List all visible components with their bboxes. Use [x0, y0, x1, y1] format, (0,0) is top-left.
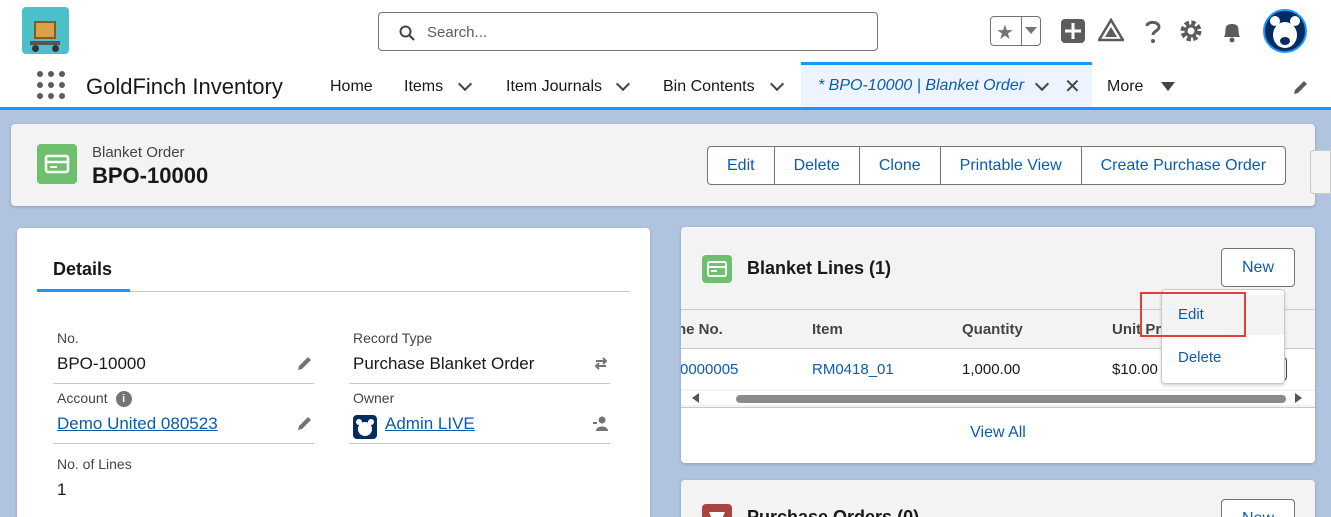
notifications-bell-icon[interactable] — [1219, 18, 1245, 44]
new-purchase-order-button[interactable]: New — [1221, 499, 1295, 517]
details-card: Details No. BPO-10000 Record Type Purcha… — [17, 228, 650, 517]
printable-view-button[interactable]: Printable View — [941, 147, 1082, 184]
more-dropdown-icon[interactable] — [1161, 82, 1175, 91]
trailhead-icon[interactable] — [1098, 18, 1124, 44]
delete-button[interactable]: Delete — [775, 147, 860, 184]
change-owner-icon[interactable] — [592, 414, 610, 432]
search-icon — [399, 25, 415, 41]
search-input[interactable] — [427, 21, 847, 43]
scroll-left-arrow-icon[interactable] — [692, 393, 699, 403]
purchase-orders-icon — [702, 504, 732, 517]
edit-no-pencil-icon[interactable] — [296, 354, 314, 372]
blanket-lines-icon — [702, 255, 732, 283]
field-account: Account i Demo United 080523 — [53, 388, 314, 444]
edit-button[interactable]: Edit — [708, 147, 775, 184]
favorite-star-icon[interactable]: ★ — [996, 20, 1014, 45]
item-journals-chevron-down-icon[interactable] — [615, 76, 631, 92]
item-link[interactable]: RM0418_01 — [812, 361, 894, 378]
nav-item-item-journals[interactable]: Item Journals — [506, 62, 602, 107]
favorites-dropdown-icon[interactable] — [1025, 27, 1037, 34]
info-icon[interactable]: i — [115, 391, 132, 407]
purchase-orders-card: Purchase Orders (0) New — [681, 480, 1315, 517]
tab-close-icon[interactable]: ✕ — [1064, 74, 1081, 99]
nav-item-items[interactable]: Items — [404, 62, 443, 107]
field-record-type: Record Type Purchase Blanket Order — [349, 328, 610, 384]
items-chevron-down-icon[interactable] — [457, 76, 473, 92]
tab-bpo-10000[interactable]: * BPO-10000 | Blanket Order ✕ — [801, 62, 1092, 107]
record-action-buttons: Edit Delete Clone Printable View Create … — [707, 146, 1287, 185]
quantity-cell: 1,000.00 — [962, 361, 1021, 378]
column-header-quantity[interactable]: Quantity — [962, 321, 1023, 338]
purchase-orders-title[interactable]: Purchase Orders (0) — [747, 507, 919, 517]
create-purchase-order-button[interactable]: Create Purchase Order — [1082, 147, 1285, 184]
clone-button[interactable]: Clone — [860, 147, 941, 184]
favorites-button-group[interactable]: ★ — [990, 16, 1041, 46]
change-record-type-icon[interactable] — [592, 354, 610, 372]
column-header-item[interactable]: Item — [812, 321, 843, 338]
horizontal-scrollbar[interactable] — [681, 391, 1315, 405]
field-owner: Owner Admin LIVE — [349, 388, 610, 444]
field-no: No. BPO-10000 — [53, 328, 314, 384]
scrollbar-thumb[interactable] — [736, 395, 1286, 403]
tab-details[interactable]: Details — [53, 259, 112, 280]
owner-avatar-icon — [353, 415, 377, 439]
bin-contents-chevron-down-icon[interactable] — [769, 76, 785, 92]
line-no-link[interactable]: -0000005 — [681, 361, 738, 378]
global-actions-icon[interactable] — [1060, 18, 1086, 44]
nav-item-home[interactable]: Home — [330, 62, 373, 107]
account-link[interactable]: Demo United 080523 — [57, 414, 218, 434]
blanket-lines-title[interactable]: Blanket Lines (1) — [747, 258, 891, 279]
view-all-link[interactable]: View All — [681, 424, 1315, 442]
setup-gear-icon[interactable] — [1178, 18, 1204, 44]
column-header-line-no[interactable]: ne No. — [681, 321, 723, 338]
scroll-right-arrow-icon[interactable] — [1295, 393, 1302, 403]
record-title: BPO-10000 — [92, 163, 209, 188]
goldfinch-logo[interactable] — [22, 7, 69, 54]
app-nav-bar: GoldFinch Inventory Home Items Item Jour… — [0, 62, 1331, 110]
annotation-highlight-box — [1140, 292, 1246, 337]
user-avatar[interactable] — [1263, 9, 1307, 53]
unit-price-cell: $10.00 — [1112, 361, 1158, 378]
global-search[interactable] — [378, 12, 878, 51]
blanket-order-record-icon — [37, 144, 77, 184]
owner-link[interactable]: Admin LIVE — [385, 414, 475, 434]
new-blanket-line-button[interactable]: New — [1221, 248, 1295, 287]
tab-bpo-10000-label: * BPO-10000 | Blanket Order — [818, 77, 1025, 94]
tab-chevron-down-icon[interactable] — [1034, 76, 1050, 92]
edit-nav-pencil-icon[interactable] — [1292, 78, 1310, 96]
field-no-of-lines: No. of Lines 1 — [57, 456, 132, 499]
app-launcher-icon[interactable] — [37, 71, 67, 101]
menu-item-delete[interactable]: Delete — [1162, 338, 1284, 378]
app-name: GoldFinch Inventory — [86, 74, 283, 99]
record-highlights: Blanket Order BPO-10000 Edit Delete Clon… — [11, 124, 1315, 206]
card-footer: View All — [681, 407, 1315, 463]
help-icon[interactable] — [1140, 18, 1166, 44]
object-type-label: Blanket Order — [92, 144, 185, 161]
global-header: ★ — [0, 0, 1331, 62]
edit-account-pencil-icon[interactable] — [296, 414, 314, 432]
side-panel-toggle[interactable] — [1310, 150, 1331, 194]
nav-item-bin-contents[interactable]: Bin Contents — [663, 62, 755, 107]
nav-item-more[interactable]: More — [1107, 62, 1143, 107]
